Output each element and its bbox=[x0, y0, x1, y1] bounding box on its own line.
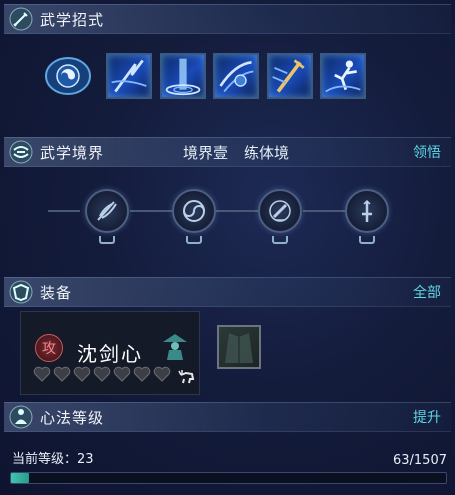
swirl-icon bbox=[8, 139, 34, 165]
realm-node-3[interactable] bbox=[258, 189, 302, 233]
track-line bbox=[48, 210, 80, 212]
brush-icon bbox=[269, 200, 291, 222]
swirl-scroll-icon bbox=[45, 57, 91, 95]
node-indicator bbox=[359, 236, 375, 244]
character-portrait bbox=[161, 332, 189, 366]
yin-yang-icon bbox=[183, 200, 205, 222]
realm-node-4[interactable] bbox=[345, 189, 389, 233]
goat-icon bbox=[178, 370, 195, 384]
feather-icon bbox=[97, 201, 117, 221]
golden-sword-icon bbox=[272, 59, 305, 93]
level-progress-fill bbox=[11, 473, 30, 483]
heart-icon bbox=[93, 366, 111, 382]
realm-name: 练体境 bbox=[244, 143, 290, 162]
character-name: 沈剑心 bbox=[77, 342, 143, 366]
section-martial-moves-header: 武学招式 bbox=[4, 4, 451, 34]
robe-icon bbox=[225, 333, 253, 363]
comprehend-link[interactable]: 领悟 bbox=[413, 142, 441, 162]
section-title: 武学招式 bbox=[40, 10, 105, 29]
lightning-slash-icon bbox=[111, 59, 147, 93]
progress-text: 63/1507 bbox=[392, 453, 447, 468]
heart-row bbox=[33, 366, 171, 382]
upgrade-link[interactable]: 提升 bbox=[413, 407, 441, 427]
track-line bbox=[216, 210, 258, 212]
meditation-icon bbox=[8, 404, 34, 430]
water-pillar-icon bbox=[165, 58, 201, 96]
section-title: 装备 bbox=[40, 283, 73, 302]
section-martial-realm-header: 武学境界 境界壹 练体境 领悟 bbox=[4, 137, 451, 167]
level-progress-bar bbox=[10, 472, 447, 484]
skill-slot-3[interactable] bbox=[160, 53, 206, 99]
skill-slot-5[interactable] bbox=[267, 53, 313, 99]
realm-node-1[interactable] bbox=[85, 189, 129, 233]
section-mental-level-header: 心法等级 提升 bbox=[4, 402, 451, 432]
skill-main-scroll[interactable] bbox=[44, 55, 92, 97]
view-all-link[interactable]: 全部 bbox=[413, 282, 441, 302]
skill-slot-2[interactable] bbox=[106, 53, 152, 99]
node-indicator bbox=[186, 236, 202, 244]
attack-badge: 攻 bbox=[35, 334, 63, 362]
section-equipment-header: 装备 全部 bbox=[4, 277, 451, 307]
sword-icon bbox=[362, 199, 372, 222]
realm-node-2[interactable] bbox=[172, 189, 216, 233]
heart-icon bbox=[33, 366, 51, 382]
armor-icon bbox=[8, 279, 34, 305]
track-line bbox=[130, 210, 172, 212]
sword-icon bbox=[8, 6, 34, 32]
equipment-slot[interactable] bbox=[217, 325, 261, 369]
current-level-label: 当前等级：23 bbox=[12, 452, 94, 467]
attack-badge-text: 攻 bbox=[42, 341, 56, 357]
skill-slot-4[interactable] bbox=[213, 53, 259, 99]
section-title: 武学境界 bbox=[40, 143, 105, 162]
node-indicator bbox=[99, 236, 115, 244]
skill-slot-6[interactable] bbox=[320, 53, 366, 99]
wind-strike-icon bbox=[219, 60, 254, 93]
node-indicator bbox=[272, 236, 288, 244]
track-line bbox=[303, 210, 345, 212]
heart-icon bbox=[153, 366, 171, 382]
swordsman-icon bbox=[163, 334, 187, 360]
equipment-card[interactable]: 攻 沈剑心 bbox=[20, 311, 200, 395]
pet-icon bbox=[178, 367, 196, 389]
realm-stage: 境界壹 bbox=[183, 143, 229, 162]
heart-icon bbox=[113, 366, 131, 382]
heart-icon bbox=[73, 366, 91, 382]
heart-icon bbox=[133, 366, 151, 382]
leaping-figure-icon bbox=[325, 60, 361, 93]
heart-icon bbox=[53, 366, 71, 382]
section-title: 心法等级 bbox=[40, 408, 105, 427]
